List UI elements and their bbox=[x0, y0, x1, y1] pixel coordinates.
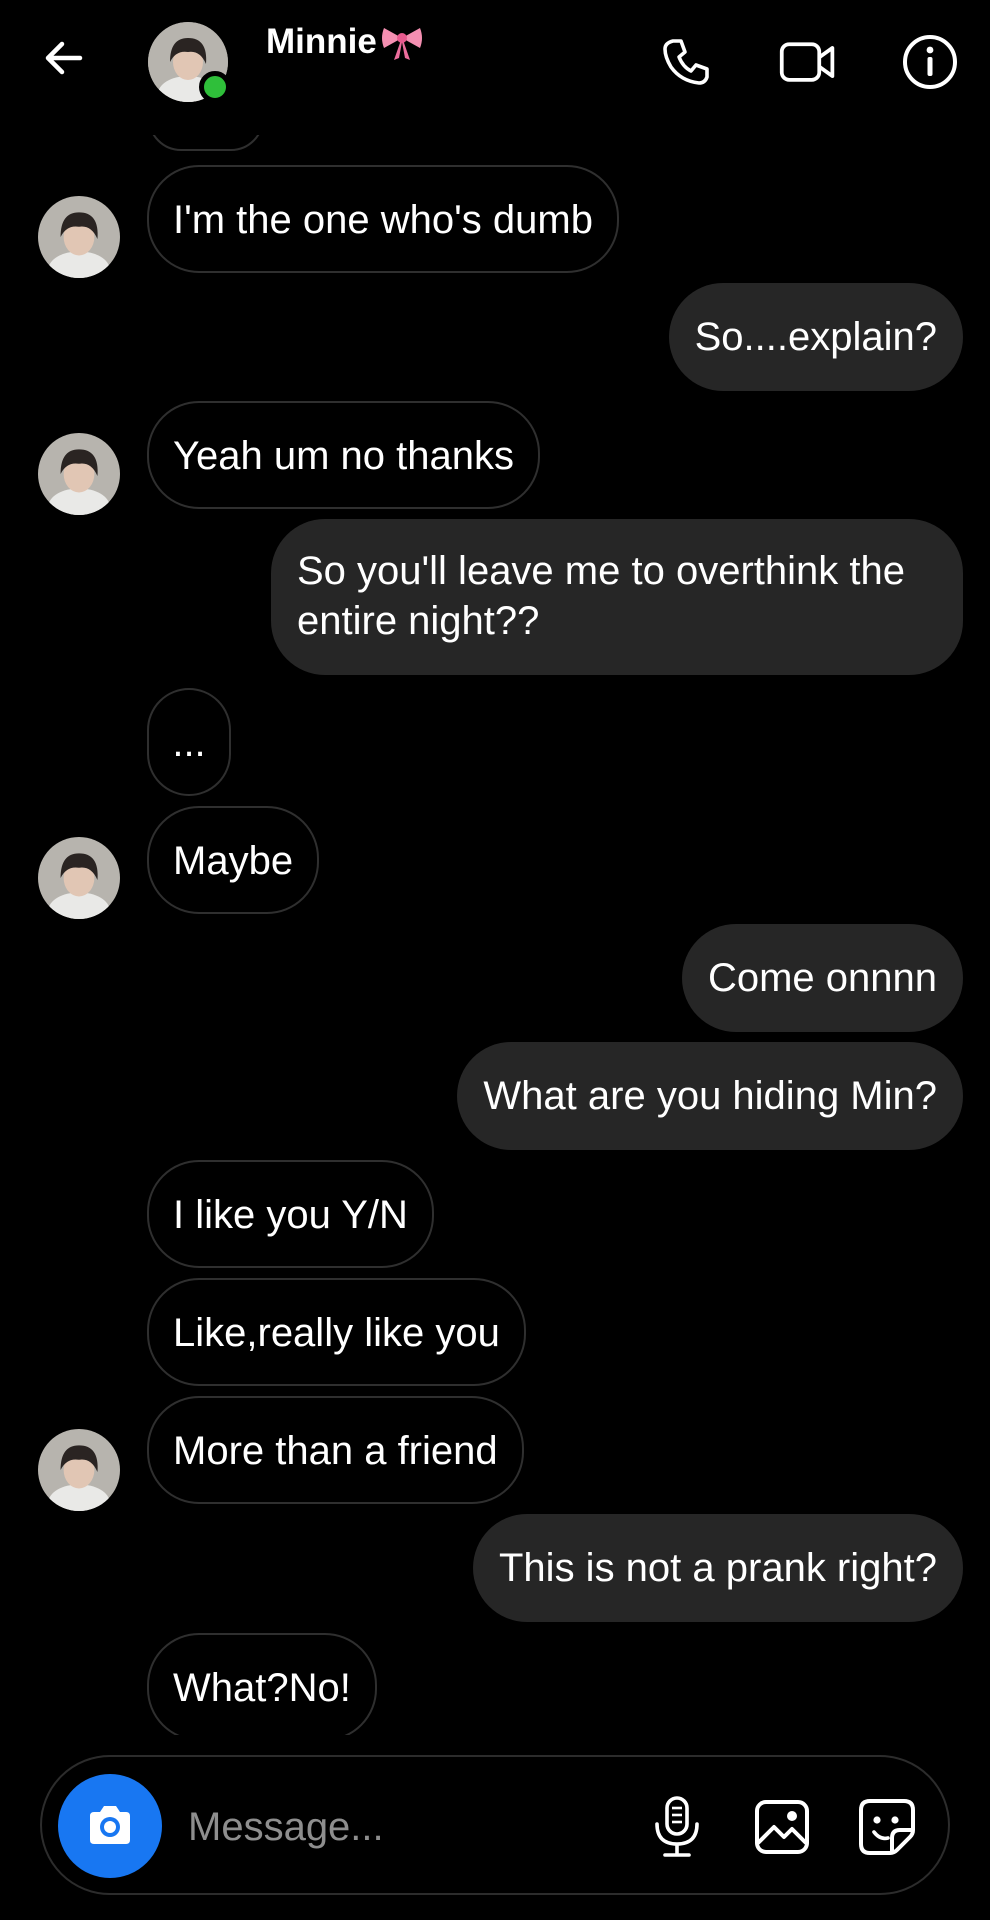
message-input[interactable] bbox=[188, 1799, 628, 1855]
sender-avatar[interactable] bbox=[38, 196, 120, 278]
message-bubble-outgoing[interactable]: So you'll leave me to overthink the enti… bbox=[271, 519, 963, 675]
camera-icon bbox=[90, 1806, 130, 1844]
message-bubble-incoming[interactable]: I like you Y/N bbox=[147, 1160, 434, 1268]
sender-avatar[interactable] bbox=[38, 1429, 120, 1511]
gallery-button[interactable] bbox=[747, 1792, 817, 1862]
sticker-icon bbox=[859, 1799, 915, 1855]
chat-header: Minnie bbox=[0, 0, 990, 135]
chat-screen: Minnie I'm the one who's dumb So....expl… bbox=[0, 0, 990, 1920]
message-bubble-incoming[interactable]: What?No! bbox=[147, 1633, 377, 1735]
message-bubble-incoming[interactable]: More than a friend bbox=[147, 1396, 524, 1504]
info-button[interactable] bbox=[900, 32, 960, 92]
bow-icon bbox=[380, 22, 424, 62]
back-button[interactable] bbox=[36, 30, 92, 86]
message-bubble-outgoing[interactable]: Come onnnn bbox=[681, 924, 963, 1032]
voice-message-button[interactable] bbox=[642, 1792, 712, 1862]
sender-avatar[interactable] bbox=[38, 433, 120, 515]
message-bubble-incoming[interactable]: I'm the one who's dumb bbox=[147, 165, 619, 273]
message-bubble-incoming[interactable]: Maybe bbox=[147, 806, 320, 914]
microphone-icon bbox=[655, 1796, 699, 1857]
message-bubble-incoming[interactable]: Like,really like you bbox=[147, 1278, 526, 1386]
camera-button[interactable] bbox=[58, 1774, 162, 1878]
video-call-button[interactable] bbox=[778, 32, 838, 92]
message-bubble-outgoing[interactable]: So....explain? bbox=[668, 283, 963, 391]
sender-avatar[interactable] bbox=[38, 837, 120, 919]
message-bubble-partial bbox=[148, 135, 264, 151]
back-arrow-icon bbox=[45, 41, 83, 75]
video-camera-icon bbox=[779, 42, 835, 82]
message-thread[interactable]: I'm the one who's dumb So....explain? Ye… bbox=[0, 135, 990, 1735]
gallery-icon bbox=[755, 1800, 809, 1854]
message-bubble-incoming[interactable]: Yeah um no thanks bbox=[147, 401, 540, 509]
message-bubble-outgoing[interactable]: This is not a prank right? bbox=[473, 1514, 963, 1622]
info-icon bbox=[903, 35, 957, 89]
message-bubble-outgoing[interactable]: What are you hiding Min? bbox=[457, 1042, 963, 1150]
contact-name[interactable]: Minnie bbox=[266, 22, 377, 62]
message-bubble-incoming[interactable]: ... bbox=[147, 688, 231, 796]
sticker-button[interactable] bbox=[852, 1792, 922, 1862]
voice-call-button[interactable] bbox=[656, 32, 716, 92]
message-composer bbox=[40, 1755, 950, 1895]
phone-icon bbox=[663, 39, 709, 85]
online-status-dot bbox=[199, 71, 231, 103]
